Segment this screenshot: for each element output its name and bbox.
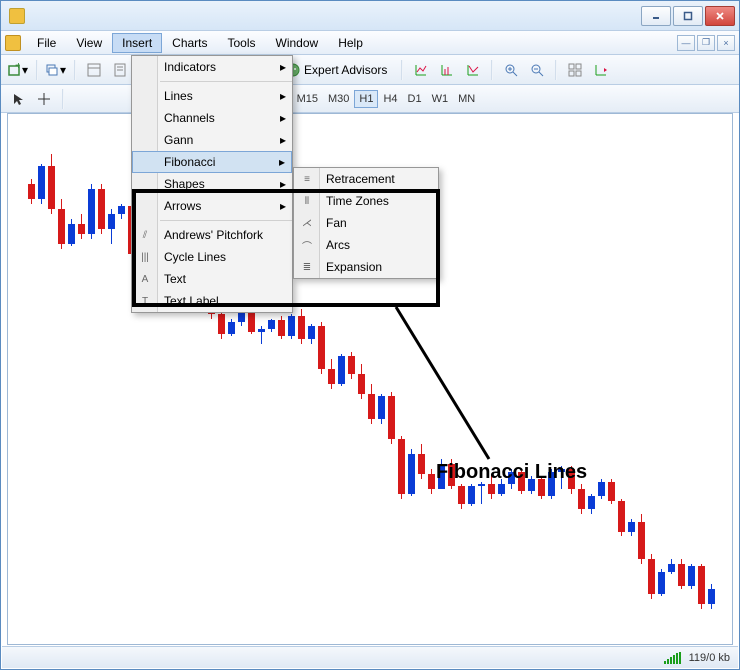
insert-item-cycle-lines[interactable]: |||Cycle Lines bbox=[132, 246, 292, 268]
indicators-list-button[interactable] bbox=[410, 59, 432, 81]
insert-item-gann[interactable]: Gann▸ bbox=[132, 129, 292, 151]
navigator-button[interactable] bbox=[109, 59, 131, 81]
fibonacci-item-arcs[interactable]: ⌒Arcs bbox=[294, 234, 438, 256]
connection-status: 119/0 kb bbox=[689, 652, 730, 664]
insert-item-text-label[interactable]: TText Label bbox=[132, 290, 292, 312]
timeframe-h4[interactable]: H4 bbox=[378, 90, 402, 108]
menubar: FileViewInsertChartsToolsWindowHelp — ❐ … bbox=[1, 31, 739, 55]
step-forward-button[interactable] bbox=[590, 59, 612, 81]
insert-item-channels[interactable]: Channels▸ bbox=[132, 107, 292, 129]
application-window: FileViewInsertChartsToolsWindowHelp — ❐ … bbox=[0, 0, 740, 670]
menu-charts[interactable]: Charts bbox=[162, 33, 217, 53]
templates-button[interactable] bbox=[462, 59, 484, 81]
annotation-text: Fibonacci Lines bbox=[436, 461, 587, 484]
insert-item-lines[interactable]: Lines▸ bbox=[132, 85, 292, 107]
market-watch-button[interactable] bbox=[83, 59, 105, 81]
periods-button[interactable] bbox=[436, 59, 458, 81]
timeframe-h1[interactable]: H1 bbox=[354, 90, 378, 108]
app-icon bbox=[9, 8, 25, 24]
objects-toolbar: M1M5M15M30H1H4D1W1MN bbox=[1, 85, 739, 113]
new-chart-button[interactable]: +▾ bbox=[7, 59, 29, 81]
fibonacci-submenu: ≡Retracement⦀Time Zones⋌Fan⌒Arcs≣Expansi… bbox=[293, 167, 439, 279]
zoom-in-button[interactable] bbox=[500, 59, 522, 81]
tile-windows-button[interactable] bbox=[564, 59, 586, 81]
menu-window[interactable]: Window bbox=[266, 33, 329, 53]
menu-tools[interactable]: Tools bbox=[218, 33, 266, 53]
profiles-button[interactable]: ▾ bbox=[45, 59, 67, 81]
mdi-close-button[interactable]: × bbox=[717, 35, 735, 51]
insert-item-indicators[interactable]: Indicators▸ bbox=[132, 56, 292, 78]
timeframe-m15[interactable]: M15 bbox=[292, 90, 323, 108]
close-button[interactable] bbox=[705, 6, 735, 26]
insert-item-fibonacci[interactable]: Fibonacci▸ bbox=[132, 151, 292, 173]
timeframe-w1[interactable]: W1 bbox=[427, 90, 454, 108]
insert-item-text[interactable]: AText bbox=[132, 268, 292, 290]
zoom-out-button[interactable] bbox=[526, 59, 548, 81]
insert-item-andrews-pitchfork[interactable]: ⫽Andrews' Pitchfork bbox=[132, 224, 292, 246]
timeframe-m30[interactable]: M30 bbox=[323, 90, 354, 108]
main-toolbar: +▾ ▾ + New Order ! Expert Advisors bbox=[1, 55, 739, 85]
menu-insert[interactable]: Insert bbox=[112, 33, 162, 53]
insert-menu-dropdown: Indicators▸ Lines▸Channels▸Gann▸Fibonacci… bbox=[131, 55, 293, 313]
fibonacci-item-time-zones[interactable]: ⦀Time Zones bbox=[294, 190, 438, 212]
menu-file[interactable]: File bbox=[27, 33, 66, 53]
fibonacci-item-fan[interactable]: ⋌Fan bbox=[294, 212, 438, 234]
app-menu-icon bbox=[5, 35, 21, 51]
expert-advisors-button[interactable]: Expert Advisors bbox=[279, 60, 394, 80]
svg-text:+: + bbox=[15, 63, 20, 72]
timeframe-mn[interactable]: MN bbox=[453, 90, 480, 108]
insert-item-arrows[interactable]: Arrows▸ bbox=[132, 195, 292, 217]
timeframe-d1[interactable]: D1 bbox=[403, 90, 427, 108]
minimize-button[interactable] bbox=[641, 6, 671, 26]
menu-help[interactable]: Help bbox=[328, 33, 373, 53]
connection-bars-icon bbox=[664, 652, 681, 664]
cursor-tool[interactable] bbox=[7, 88, 29, 110]
maximize-button[interactable] bbox=[673, 6, 703, 26]
mdi-minimize-button[interactable]: — bbox=[677, 35, 695, 51]
statusbar: 119/0 kb bbox=[2, 646, 738, 668]
fibonacci-item-expansion[interactable]: ≣Expansion bbox=[294, 256, 438, 278]
insert-item-shapes[interactable]: Shapes▸ bbox=[132, 173, 292, 195]
menu-view[interactable]: View bbox=[66, 33, 112, 53]
titlebar bbox=[1, 1, 739, 31]
expert-advisors-label: Expert Advisors bbox=[304, 63, 387, 77]
crosshair-tool[interactable] bbox=[33, 88, 55, 110]
fibonacci-item-retracement[interactable]: ≡Retracement bbox=[294, 168, 438, 190]
mdi-restore-button[interactable]: ❐ bbox=[697, 35, 715, 51]
